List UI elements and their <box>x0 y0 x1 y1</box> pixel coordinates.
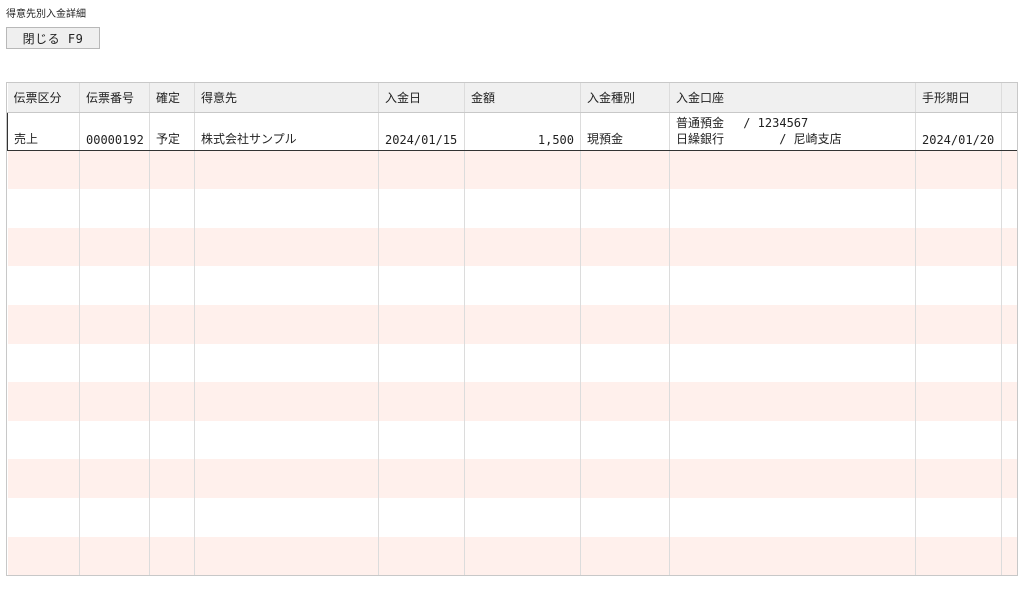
column-header-account[interactable]: 入金口座 <box>669 83 916 113</box>
cell-amount[interactable]: 1,500 <box>464 111 581 152</box>
table-row[interactable]: 売上 00000192 予定 株式会社サンプル 2024/01/15 1,500… <box>7 111 1017 152</box>
cell-bill-due[interactable]: 2024/01/20 <box>915 111 1002 152</box>
table-row-empty[interactable] <box>7 420 1017 460</box>
table-row-empty[interactable] <box>7 343 1017 383</box>
close-button[interactable]: 閉じる F9 <box>6 27 100 49</box>
column-header-confirmed[interactable]: 確定 <box>149 83 195 113</box>
cell-payment-date[interactable]: 2024/01/15 <box>378 111 465 152</box>
column-header-amount[interactable]: 金額 <box>464 83 581 113</box>
table-row-empty[interactable] <box>7 227 1017 267</box>
table-row-empty[interactable] <box>7 150 1017 190</box>
cell-filler <box>1001 111 1017 152</box>
cell-customer[interactable]: 株式会社サンプル <box>194 111 379 152</box>
cell-slip-no[interactable]: 00000192 <box>79 111 150 152</box>
column-header-filler <box>1001 83 1017 113</box>
cell-payment-kind[interactable]: 現預金 <box>580 111 670 152</box>
table-row-empty[interactable] <box>7 536 1017 575</box>
column-header-slip-no[interactable]: 伝票番号 <box>79 83 150 113</box>
column-header-customer[interactable]: 得意先 <box>194 83 379 113</box>
account-bank-branch: 日繰銀行 / 尼崎支店 <box>676 132 842 147</box>
cell-slip-type[interactable]: 売上 <box>7 111 80 152</box>
table-header-row: 伝票区分 伝票番号 確定 得意先 入金日 金額 入金種別 入金口座 手形期日 <box>7 83 1017 113</box>
table-row-empty[interactable] <box>7 189 1017 228</box>
window-title: 得意先別入金詳細 <box>6 9 86 20</box>
column-header-payment-kind[interactable]: 入金種別 <box>580 83 670 113</box>
table-row-empty[interactable] <box>7 459 1017 498</box>
column-header-bill-due[interactable]: 手形期日 <box>915 83 1002 113</box>
table-row-empty[interactable] <box>7 382 1017 421</box>
table-row-empty[interactable] <box>7 304 1017 344</box>
column-header-payment-date[interactable]: 入金日 <box>378 83 465 113</box>
account-type-number: 普通預金 / 1234567 <box>676 116 809 131</box>
payment-detail-grid: 伝票区分 伝票番号 確定 得意先 入金日 金額 入金種別 入金口座 手形期日 売… <box>6 82 1018 576</box>
cell-confirmed[interactable]: 予定 <box>149 111 195 152</box>
table-row-empty[interactable] <box>7 266 1017 305</box>
cell-account[interactable]: 普通預金 / 1234567 日繰銀行 / 尼崎支店 <box>669 111 916 152</box>
column-header-slip-type[interactable]: 伝票区分 <box>7 83 80 113</box>
table-row-empty[interactable] <box>7 497 1017 537</box>
payment-detail-table: 伝票区分 伝票番号 確定 得意先 入金日 金額 入金種別 入金口座 手形期日 売… <box>7 83 1017 575</box>
